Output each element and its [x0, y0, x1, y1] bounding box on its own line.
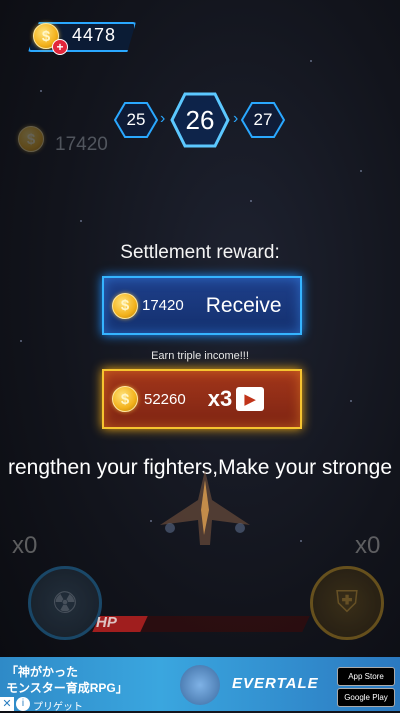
- ad-character-image: [180, 665, 220, 705]
- ad-banner[interactable]: 「神がかった モンスター育成RPG」 EVERTALE App Store Go…: [0, 657, 400, 713]
- level-next: 27: [241, 102, 285, 138]
- level-current: 26: [170, 92, 230, 148]
- triple-multiplier: x3: [207, 386, 233, 411]
- hp-bar: [92, 616, 310, 632]
- ad-line2: モンスター育成RPG」: [6, 681, 128, 695]
- receive-button[interactable]: $ 17420 Receive: [102, 276, 302, 335]
- triple-caption: Earn triple income!!!: [151, 350, 249, 362]
- triple-amount: 52260: [144, 390, 186, 408]
- hp-label: HP: [96, 614, 117, 631]
- fighter-ship-icon: [160, 470, 250, 545]
- bomb-count: x0: [12, 532, 38, 559]
- ad-line1: 「神がかった: [6, 665, 79, 679]
- chevron-right-icon: ›: [160, 110, 166, 127]
- chevron-right-icon: ›: [233, 110, 239, 127]
- shield-count: x0: [355, 532, 381, 559]
- coin-count: 4478: [72, 25, 117, 45]
- coin-icon: $: [112, 386, 138, 412]
- app-store-badge[interactable]: App Store: [337, 667, 395, 686]
- settlement-title: Settlement reward:: [120, 242, 280, 263]
- bomb-button[interactable]: ☢: [28, 566, 102, 640]
- earned-total: 17420: [55, 134, 108, 155]
- coin-icon: $: [18, 126, 44, 152]
- google-play-badge[interactable]: Google Play: [337, 688, 395, 707]
- receive-amount: 17420: [142, 297, 184, 314]
- receive-label: Receive: [205, 293, 282, 317]
- shield-button[interactable]: ⛨: [310, 566, 384, 640]
- level-prev: 25: [114, 102, 158, 138]
- shield-icon: ⛨: [335, 586, 359, 619]
- add-coins-button[interactable]: +: [52, 39, 68, 55]
- ad-close-icon[interactable]: ✕: [0, 697, 14, 711]
- triple-reward-button[interactable]: $ 52260 x3 ▶: [102, 369, 302, 429]
- video-ad-icon: ▶: [236, 387, 265, 411]
- coin-icon: $: [112, 292, 138, 319]
- radiation-icon: ☢: [51, 586, 79, 620]
- ad-info-icon[interactable]: i: [16, 697, 30, 711]
- ad-logo: EVERTALE: [232, 675, 319, 692]
